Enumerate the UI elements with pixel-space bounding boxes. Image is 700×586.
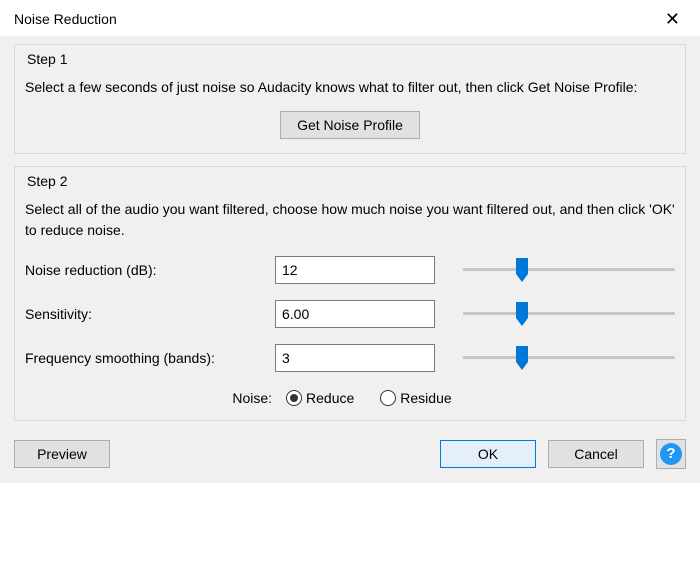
sensitivity-input[interactable] xyxy=(275,300,435,328)
frequency-smoothing-input[interactable] xyxy=(275,344,435,372)
noise-mode-label: Noise: xyxy=(232,390,272,406)
frequency-smoothing-row: Frequency smoothing (bands): xyxy=(25,344,675,372)
slider-thumb-icon[interactable] xyxy=(516,346,528,370)
radio-unchecked-icon xyxy=(380,390,396,406)
step2-description: Select all of the audio you want filtere… xyxy=(25,199,675,240)
radio-reduce[interactable]: Reduce xyxy=(286,390,354,406)
noise-reduction-slider[interactable] xyxy=(463,256,675,284)
frequency-smoothing-label: Frequency smoothing (bands): xyxy=(25,350,275,366)
slider-thumb-icon[interactable] xyxy=(516,258,528,282)
help-button[interactable]: ? xyxy=(656,439,686,469)
radio-residue[interactable]: Residue xyxy=(380,390,451,406)
sensitivity-slider[interactable] xyxy=(463,300,675,328)
help-icon: ? xyxy=(660,443,682,465)
sensitivity-row: Sensitivity: xyxy=(25,300,675,328)
noise-reduction-label: Noise reduction (dB): xyxy=(25,262,275,278)
step2-legend: Step 2 xyxy=(25,173,69,189)
step1-description: Select a few seconds of just noise so Au… xyxy=(25,77,675,97)
dialog-footer: Preview OK Cancel ? xyxy=(14,433,686,469)
window-title: Noise Reduction xyxy=(14,11,117,27)
step1-group: Step 1 Select a few seconds of just nois… xyxy=(14,44,686,154)
radio-reduce-label: Reduce xyxy=(306,390,354,406)
step2-group: Step 2 Select all of the audio you want … xyxy=(14,166,686,421)
noise-reduction-input[interactable] xyxy=(275,256,435,284)
sensitivity-label: Sensitivity: xyxy=(25,306,275,322)
frequency-smoothing-slider[interactable] xyxy=(463,344,675,372)
close-icon[interactable]: ✕ xyxy=(659,8,686,30)
preview-button[interactable]: Preview xyxy=(14,440,110,468)
slider-thumb-icon[interactable] xyxy=(516,302,528,326)
cancel-button[interactable]: Cancel xyxy=(548,440,644,468)
ok-button[interactable]: OK xyxy=(440,440,536,468)
radio-checked-icon xyxy=(286,390,302,406)
step1-legend: Step 1 xyxy=(25,51,69,67)
get-noise-profile-button[interactable]: Get Noise Profile xyxy=(280,111,420,139)
radio-residue-label: Residue xyxy=(400,390,451,406)
noise-reduction-row: Noise reduction (dB): xyxy=(25,256,675,284)
